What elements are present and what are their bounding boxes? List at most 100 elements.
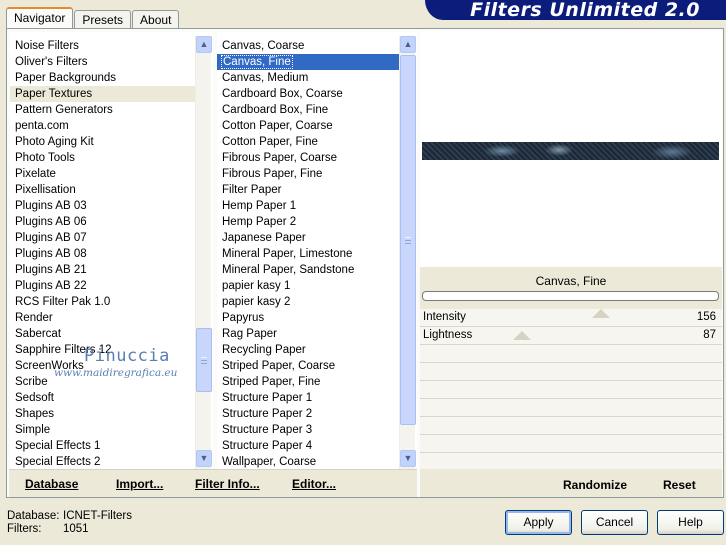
scroll-thumb[interactable] (400, 55, 416, 425)
category-item[interactable]: Plugins AB 08 (10, 246, 195, 262)
filter-item[interactable]: Fibrous Paper, Coarse (217, 150, 399, 166)
category-item[interactable]: Photo Tools (10, 150, 195, 166)
filter-item[interactable]: Cotton Paper, Coarse (217, 118, 399, 134)
filter-item[interactable]: Cotton Paper, Fine (217, 134, 399, 150)
category-item[interactable]: Pattern Generators (10, 102, 195, 118)
category-item[interactable]: Plugins AB 21 (10, 262, 195, 278)
param-empty (420, 417, 722, 435)
filter-item[interactable]: Structure Paper 3 (217, 422, 399, 438)
category-item[interactable]: Pixelate (10, 166, 195, 182)
filter-item-label: Fibrous Paper, Coarse (222, 152, 338, 164)
scroll-down-icon[interactable]: ▼ (400, 450, 416, 467)
category-item[interactable]: Plugins AB 06 (10, 214, 195, 230)
category-item-label: Paper Backgrounds (15, 72, 117, 84)
banner-title: Filters Unlimited 2.0 (470, 0, 700, 20)
category-item-label: Plugins AB 07 (15, 232, 87, 244)
tab-about[interactable]: About (132, 10, 180, 29)
category-item-label: Plugins AB 06 (15, 216, 87, 228)
filter-item[interactable]: Hemp Paper 2 (217, 214, 399, 230)
editor-button[interactable]: Editor... (292, 477, 336, 491)
filter-item[interactable]: Canvas, Fine (217, 54, 399, 70)
filter-item[interactable]: Rag Paper (217, 326, 399, 342)
filter-item[interactable]: Canvas, Coarse (217, 38, 399, 54)
progress-bar (422, 291, 719, 301)
param-label: Intensity (423, 311, 466, 323)
filter-item-label: Wallpaper, Coarse (222, 456, 317, 468)
category-item[interactable]: Render (10, 310, 195, 326)
scroll-up-icon[interactable]: ▲ (196, 36, 212, 53)
category-item[interactable]: Shapes (10, 406, 195, 422)
category-item[interactable]: Pixellisation (10, 182, 195, 198)
reset-button[interactable]: Reset (663, 478, 696, 492)
filter-item[interactable]: Fibrous Paper, Fine (217, 166, 399, 182)
navigator-panel: Noise Filters Oliver's Filters Paper Backg… (6, 28, 724, 498)
category-item[interactable]: Plugins AB 22 (10, 278, 195, 294)
filter-item[interactable]: Cardboard Box, Coarse (217, 86, 399, 102)
category-item[interactable]: Plugins AB 07 (10, 230, 195, 246)
import-button[interactable]: Import... (116, 477, 163, 491)
filter-item[interactable]: Cardboard Box, Fine (217, 102, 399, 118)
filter-item[interactable]: papier kasy 1 (217, 278, 399, 294)
database-label: Database: (7, 510, 60, 522)
filter-info-button[interactable]: Filter Info... (195, 477, 260, 491)
filter-item[interactable]: Mineral Paper, Limestone (217, 246, 399, 262)
category-item[interactable]: Special Effects 1 (10, 438, 195, 454)
category-item-label: Pixellisation (15, 184, 76, 196)
filter-item-label: Mineral Paper, Limestone (222, 248, 353, 260)
list-button-bar: Database Import... Filter Info... Editor… (9, 469, 417, 497)
category-list[interactable]: Noise Filters Oliver's Filters Paper Backg… (10, 32, 213, 469)
category-item-label: Plugins AB 21 (15, 264, 87, 276)
preview-pane: Canvas, Fine Intensity 156 Lightness 87 … (420, 31, 722, 497)
category-item[interactable]: Special Effects 2 (10, 454, 195, 469)
category-item[interactable]: penta.com (10, 118, 195, 134)
filter-item[interactable]: Structure Paper 2 (217, 406, 399, 422)
scroll-up-icon[interactable]: ▲ (400, 36, 416, 53)
tab-bar: Navigator Presets About (6, 7, 180, 29)
category-item-label: Sabercat (15, 328, 62, 340)
category-item[interactable]: Paper Textures (10, 86, 195, 102)
filter-item[interactable]: Structure Paper 4 (217, 438, 399, 454)
filter-item[interactable]: Recycling Paper (217, 342, 399, 358)
cancel-button[interactable]: Cancel (581, 510, 648, 535)
param-lightness[interactable]: Lightness 87 (420, 327, 722, 345)
filter-item[interactable]: Papyrus (217, 310, 399, 326)
filter-item[interactable]: Striped Paper, Coarse (217, 358, 399, 374)
category-scrollbar[interactable]: ▲ ▼ (195, 36, 212, 469)
category-item[interactable]: Simple (10, 422, 195, 438)
category-item[interactable]: Oliver's Filters (10, 54, 195, 70)
param-empty (420, 363, 722, 381)
filter-item[interactable]: Japanese Paper (217, 230, 399, 246)
tab-navigator[interactable]: Navigator (6, 7, 74, 29)
apply-button[interactable]: Apply (505, 510, 572, 535)
randomize-button[interactable]: Randomize (563, 478, 627, 492)
category-item[interactable]: RCS Filter Pak 1.0 (10, 294, 195, 310)
filter-item[interactable]: Canvas, Medium (217, 70, 399, 86)
category-item[interactable]: Plugins AB 03 (10, 198, 195, 214)
filter-item-label: Striped Paper, Fine (222, 376, 321, 388)
help-button[interactable]: Help (657, 510, 724, 535)
tab-presets[interactable]: Presets (74, 10, 132, 29)
param-value: 156 (696, 311, 716, 323)
scroll-thumb[interactable] (196, 328, 212, 392)
category-item-label: Oliver's Filters (15, 56, 88, 68)
category-item[interactable]: Photo Aging Kit (10, 134, 195, 150)
database-button[interactable]: Database (25, 477, 78, 491)
category-item[interactable]: Sabercat (10, 326, 195, 342)
filter-item[interactable]: Hemp Paper 1 (217, 198, 399, 214)
filter-item[interactable]: Striped Paper, Fine (217, 374, 399, 390)
scroll-down-icon[interactable]: ▼ (196, 450, 212, 467)
category-item[interactable]: Noise Filters (10, 38, 195, 54)
category-item[interactable]: Sedsoft (10, 390, 195, 406)
filter-scrollbar[interactable]: ▲ ▼ (399, 36, 416, 469)
filter-item[interactable]: papier kasy 2 (217, 294, 399, 310)
filter-item[interactable]: Wallpaper, Coarse (217, 454, 399, 469)
filter-list[interactable]: Canvas, Coarse Canvas, Fine Canvas, Medium… (217, 32, 417, 469)
category-item[interactable]: Paper Backgrounds (10, 70, 195, 86)
filter-item-label: papier kasy 2 (222, 296, 291, 308)
filter-item[interactable]: Mineral Paper, Sandstone (217, 262, 399, 278)
category-item-label: Paper Textures (15, 88, 93, 100)
param-intensity[interactable]: Intensity 156 (420, 309, 722, 327)
filter-item[interactable]: Structure Paper 1 (217, 390, 399, 406)
filter-item[interactable]: Filter Paper (217, 182, 399, 198)
filter-item-label: Japanese Paper (222, 232, 306, 244)
